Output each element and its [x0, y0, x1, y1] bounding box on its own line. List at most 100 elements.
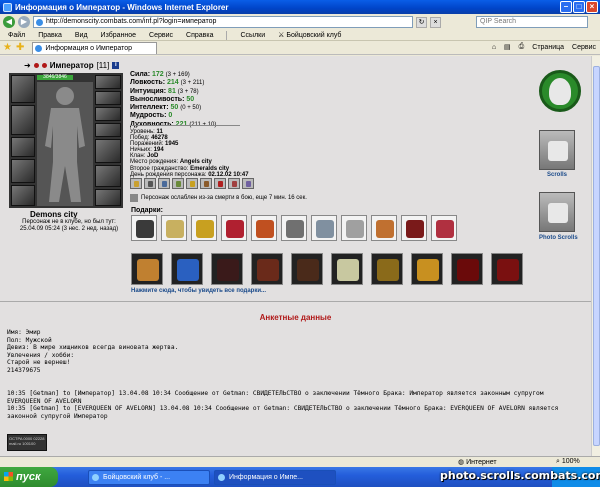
stat-label: Сила: — [130, 71, 151, 78]
favorites-star-icon[interactable]: ★ — [3, 42, 12, 53]
boots-slot[interactable] — [95, 189, 121, 206]
back-button[interactable]: ◀ — [3, 16, 15, 28]
stop-button[interactable]: × — [430, 16, 441, 28]
gift-icon[interactable] — [401, 215, 427, 241]
gift-icon[interactable] — [341, 215, 367, 241]
gloves-slot[interactable] — [95, 139, 121, 163]
club-link[interactable]: ⚔ Бойцовский клуб — [278, 31, 341, 40]
info-value: Emeralds city — [190, 165, 230, 172]
character-level: [11] — [96, 61, 110, 70]
stat-value: 0 — [168, 112, 173, 120]
home-icon[interactable]: ⌂ — [492, 44, 496, 51]
gift-icon[interactable] — [491, 253, 523, 285]
gift-icon[interactable] — [251, 215, 277, 241]
start-button[interactable]: пуск — [0, 467, 58, 487]
gift-icon[interactable] — [161, 215, 187, 241]
gift-icon[interactable] — [371, 215, 397, 241]
belt-slot[interactable] — [11, 185, 35, 206]
gift-icon[interactable] — [291, 253, 323, 285]
badge-icon[interactable] — [539, 70, 581, 112]
gift-icon[interactable] — [431, 215, 457, 241]
tab-active[interactable]: Информация о Император — [32, 41, 158, 54]
menu-view[interactable]: Вид — [75, 32, 88, 39]
menu-file[interactable]: Файл — [8, 32, 25, 39]
search-input[interactable]: QIP Search — [476, 16, 588, 28]
stat-label: Выносливость: — [130, 95, 185, 103]
tools-menu[interactable]: Сервис — [572, 44, 596, 51]
buff-icon[interactable] — [214, 178, 226, 189]
minimize-button[interactable]: – — [560, 1, 572, 13]
menu-favorites[interactable]: Избранное — [101, 32, 136, 39]
buff-icon[interactable] — [158, 178, 170, 189]
ring-slot-2[interactable] — [95, 123, 121, 137]
menu-help[interactable]: Справка — [186, 32, 213, 39]
gift-icon[interactable] — [251, 253, 283, 285]
close-button[interactable]: × — [586, 1, 598, 13]
gift-icon[interactable] — [411, 253, 443, 285]
scrolls-link[interactable]: Scrolls — [547, 172, 567, 178]
character-silhouette — [37, 82, 93, 206]
vertical-scrollbar[interactable] — [591, 56, 600, 464]
character-name[interactable]: Император — [50, 61, 94, 70]
gift-icon[interactable] — [221, 215, 247, 241]
gift-icon[interactable] — [451, 253, 483, 285]
print-icon[interactable]: ⎙ — [519, 43, 525, 51]
helmet-slot[interactable] — [11, 75, 35, 103]
buff-icon[interactable] — [186, 178, 198, 189]
info-value: 194 — [153, 147, 164, 154]
buff-icon[interactable] — [172, 178, 184, 189]
page-icon — [36, 19, 43, 26]
task-info[interactable]: Информация о Импе... — [214, 469, 336, 485]
buff-icon[interactable] — [242, 178, 254, 189]
info-value: 11 — [156, 129, 163, 135]
zoom-level[interactable]: ⌕ 100% — [556, 458, 580, 466]
leggings-slot[interactable] — [95, 165, 121, 187]
gift-icon[interactable] — [131, 215, 157, 241]
page-menu[interactable]: Страница — [532, 44, 564, 51]
buff-icon[interactable] — [144, 178, 156, 189]
menu-edit[interactable]: Правка — [38, 32, 62, 39]
gift-icon[interactable] — [281, 215, 307, 241]
stat-row: Мудрость: 0 — [130, 112, 216, 120]
buff-icon[interactable] — [200, 178, 212, 189]
info-value: 02.12.02 10:47 — [208, 171, 249, 178]
gift-icon[interactable] — [371, 253, 403, 285]
buff-icon[interactable] — [130, 178, 142, 189]
task-club[interactable]: Бойцовский клуб - ... — [88, 469, 210, 485]
armor-slot[interactable] — [11, 159, 35, 183]
refresh-button[interactable]: ↻ — [416, 16, 427, 28]
show-all-gifts-link[interactable]: Нажмите сюда, чтобы увидеть все подарки.… — [131, 288, 266, 294]
counter-banner[interactable]: OCTPA 0000 02228 mail.ru 100100 — [7, 434, 47, 451]
maximize-button[interactable]: □ — [573, 1, 585, 13]
forward-button[interactable]: ▶ — [18, 16, 30, 28]
info-value: Angels city — [179, 159, 212, 166]
amulet-slot[interactable] — [95, 91, 121, 105]
scrollbar-thumb[interactable] — [593, 66, 600, 446]
menu-tools[interactable]: Сервис — [149, 32, 173, 39]
gift-icon[interactable] — [311, 215, 337, 241]
buffs-row — [130, 178, 254, 189]
gift-icon[interactable] — [211, 253, 243, 285]
ring-slot-1[interactable] — [95, 107, 121, 121]
stat-value: 50 — [186, 95, 195, 103]
stat-bonus: (3 + 211) — [180, 80, 205, 87]
photo-scrolls-banner-icon[interactable] — [539, 192, 575, 232]
info-icon[interactable]: i — [112, 62, 120, 69]
axe-slot[interactable] — [11, 137, 35, 157]
links-label[interactable]: Ссылки — [240, 32, 265, 39]
stat-row: Ловкость: 214 (3 + 211) — [130, 79, 216, 87]
gift-icon[interactable] — [331, 253, 363, 285]
url-field[interactable]: http://demonscity.combats.com/inf.pl?log… — [33, 16, 413, 28]
gift-icon[interactable] — [191, 215, 217, 241]
gift-icon[interactable] — [131, 253, 163, 285]
feed-icon[interactable]: ▤ — [504, 43, 511, 51]
stat-bonus: (0 + 50) — [180, 105, 202, 112]
earring-slot[interactable] — [95, 75, 121, 89]
gift-icon[interactable] — [171, 253, 203, 285]
buff-icon[interactable] — [228, 178, 240, 189]
add-favorite-icon[interactable]: ✚ — [16, 42, 24, 53]
weapon-slot[interactable] — [11, 105, 35, 135]
scrolls-banner-icon[interactable] — [539, 130, 575, 170]
photo-scrolls-link[interactable]: Photo Scrolls — [539, 235, 578, 241]
stat-label: Интеллект: — [130, 104, 169, 112]
